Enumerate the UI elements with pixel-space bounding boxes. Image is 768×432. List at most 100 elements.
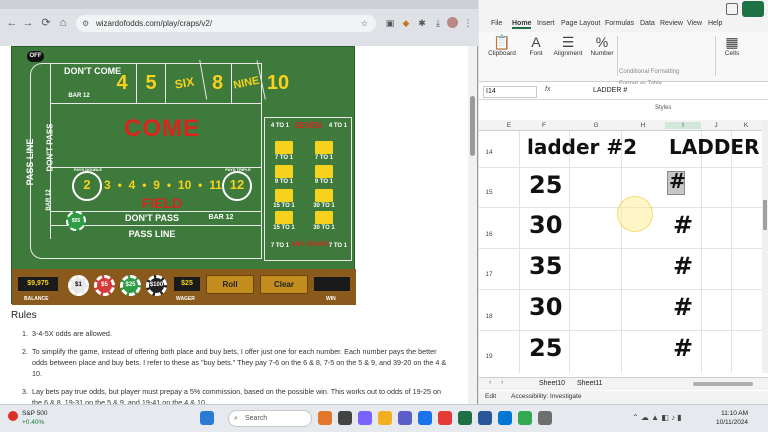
teams-icon[interactable] (398, 411, 412, 425)
sheet-tab[interactable]: Sheet11 (577, 380, 603, 387)
hard-10-dice[interactable] (315, 141, 333, 154)
fx-icon[interactable]: fx (545, 86, 550, 93)
row-header[interactable]: 18 (479, 313, 499, 320)
downloads-icon[interactable]: ⤓ (432, 16, 444, 30)
tab-data[interactable]: Data (640, 20, 655, 27)
cell-i17[interactable]: # (673, 252, 693, 280)
column-header[interactable]: H (621, 122, 665, 129)
column-header-selected[interactable]: I (665, 122, 701, 129)
place-4[interactable]: 4 (108, 63, 137, 103)
hard-4-dice[interactable] (315, 165, 333, 178)
cell-f19[interactable]: 25 (529, 334, 562, 362)
clock[interactable]: 11:10 AM 10/11/2024 (716, 409, 748, 427)
tab-formulas[interactable]: Formulas (605, 20, 634, 27)
column-header[interactable]: E (499, 122, 519, 129)
cell-f17[interactable]: 35 (529, 252, 562, 280)
bet-chip[interactable]: $55 (66, 211, 86, 231)
more-menu-icon[interactable]: ⋮ (462, 16, 474, 30)
hard-6-dice[interactable] (275, 141, 293, 154)
roll-button[interactable]: Roll (206, 275, 254, 294)
dont-come-area[interactable]: DON'T COME (64, 66, 121, 76)
tab-file[interactable]: File (491, 20, 502, 27)
column-header[interactable]: J (701, 122, 731, 129)
grid[interactable]: 14 ladder #2 LADDER 15 25 # 16 30 # 17 3… (479, 131, 764, 373)
stock-widget[interactable]: S&P 500 +0.40% (22, 409, 48, 427)
start-icon[interactable] (200, 411, 214, 425)
name-box[interactable]: I14 (483, 86, 537, 98)
row-header[interactable]: 19 (479, 353, 499, 360)
edge-icon[interactable] (418, 411, 432, 425)
aces-dice[interactable] (315, 189, 333, 202)
sheet-scrollbar[interactable] (762, 120, 768, 373)
prev-sheet-icon[interactable]: ‹ (489, 379, 491, 386)
cell-i16[interactable]: # (673, 211, 693, 239)
chrome-icon[interactable] (518, 411, 532, 425)
comments-icon[interactable] (726, 3, 738, 15)
next-sheet-icon[interactable]: › (501, 379, 503, 386)
accessibility-status[interactable]: Accessibility: Investigate (511, 393, 581, 400)
column-header[interactable]: G (571, 122, 621, 129)
tab-help[interactable]: Help (708, 20, 722, 27)
clear-button[interactable]: Clear (260, 275, 308, 294)
row-header[interactable]: 16 (479, 231, 499, 238)
file-explorer-icon[interactable] (378, 411, 392, 425)
settings-icon[interactable] (538, 411, 552, 425)
sheet-tab[interactable]: Sheet10 (539, 380, 565, 387)
metamask-icon[interactable]: ◆ (400, 16, 412, 30)
dont-pass-bar[interactable]: DON'T PASS (112, 213, 192, 223)
cells-group[interactable]: ▦ Cells (717, 34, 747, 57)
column-header[interactable]: K (731, 122, 761, 129)
tab-view[interactable]: View (687, 20, 702, 27)
row-header[interactable]: 15 (479, 189, 499, 196)
outlook-icon[interactable] (498, 411, 512, 425)
chip-100[interactable]: $100 (146, 275, 167, 296)
extension-icon[interactable]: ▣ (384, 16, 396, 30)
row-header[interactable]: 14 (479, 149, 499, 156)
cell-i18[interactable]: # (673, 293, 693, 321)
pumpkin-app-icon[interactable] (318, 411, 332, 425)
number-group[interactable]: % Number (589, 34, 615, 57)
yo-dice[interactable] (275, 211, 293, 224)
cell-i15[interactable]: # (669, 169, 686, 193)
taskbar-search[interactable]: ⌕ Search (228, 410, 312, 427)
pass-line-bar[interactable]: PASS LINE (112, 229, 192, 239)
forward-icon[interactable]: → (22, 16, 34, 30)
cell-f18[interactable]: 30 (529, 293, 562, 321)
come-area[interactable]: COME (102, 115, 222, 143)
tab-insert[interactable]: Insert (537, 20, 555, 27)
reload-icon[interactable]: ⟳ (40, 16, 52, 30)
tray-icons[interactable]: ⌃ ☁ ▲ ◧ ♪ ▮ (632, 413, 682, 422)
site-info-icon[interactable]: ⚙ (82, 15, 89, 32)
conditional-formatting-button[interactable]: Conditional Formatting (619, 66, 679, 78)
chip-1[interactable]: $1 (68, 275, 89, 296)
hard-8-dice[interactable] (275, 165, 293, 178)
cell-i19[interactable]: # (673, 334, 693, 362)
tab-review[interactable]: Review (660, 20, 683, 27)
copilot-icon[interactable] (358, 411, 372, 425)
task-view-icon[interactable] (338, 411, 352, 425)
font-group[interactable]: A Font (525, 34, 547, 57)
clipboard-group[interactable]: 📋 Clipboard (487, 34, 517, 57)
word-icon[interactable] (478, 411, 492, 425)
place-5[interactable]: 5 (137, 63, 166, 103)
column-header[interactable]: F (519, 122, 569, 129)
row-header[interactable]: 17 (479, 271, 499, 278)
cell-i14[interactable]: LADDER (669, 135, 760, 159)
cell-f15[interactable]: 25 (529, 171, 562, 199)
twelve-dice[interactable] (315, 211, 333, 224)
stock-widget-icon[interactable] (8, 411, 18, 421)
excel-icon[interactable] (458, 411, 472, 425)
page-scrollbar-thumb[interactable] (470, 96, 475, 156)
bookmark-star-icon[interactable]: ☆ (361, 15, 368, 32)
extensions-puzzle-icon[interactable]: ✱ (416, 16, 428, 30)
chip-5[interactable]: $5 (94, 275, 115, 296)
field-area[interactable]: FIELD (122, 195, 202, 211)
place-6[interactable]: SIX (162, 60, 208, 106)
cell-f16[interactable]: 30 (529, 211, 562, 239)
dont-pass-side[interactable]: DON'T PASS (46, 113, 55, 183)
cell-f14[interactable]: ladder #2 (527, 135, 637, 159)
tab-home[interactable]: Home (512, 20, 532, 29)
alignment-group[interactable]: ☰ Alignment (553, 34, 583, 57)
sheet-scrollbar-thumb[interactable] (763, 200, 767, 230)
seven-bet[interactable]: SEVEN (292, 121, 324, 130)
